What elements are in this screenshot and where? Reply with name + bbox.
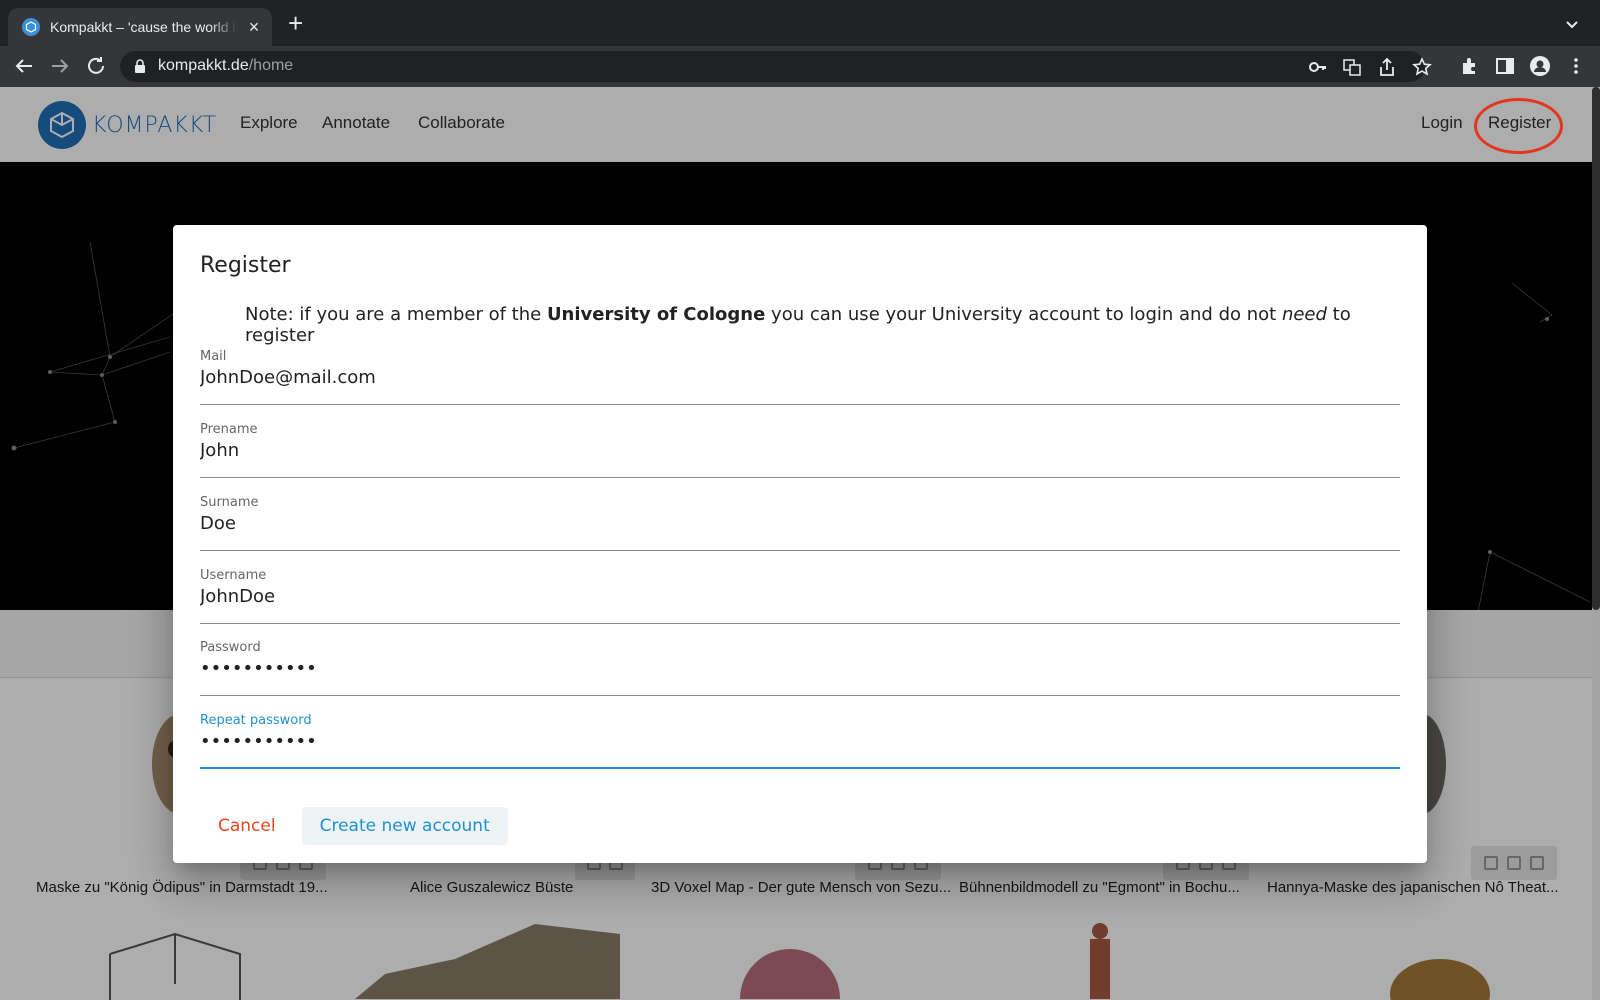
address-bar[interactable]: kompakkt.de/home	[120, 51, 1432, 82]
password-field[interactable]: Password	[200, 640, 1400, 696]
reload-icon[interactable]	[84, 54, 108, 78]
mail-field[interactable]: Mail	[200, 349, 1400, 405]
cancel-button[interactable]: Cancel	[200, 807, 294, 845]
more-menu-icon[interactable]	[1566, 56, 1586, 76]
tab-title: Kompakkt – 'cause the world is 3D	[50, 19, 238, 35]
surname-label: Surname	[200, 495, 259, 510]
dialog-note: Note: if you are a member of the Univers…	[245, 304, 1351, 346]
translate-icon[interactable]	[1342, 57, 1362, 77]
side-panel-icon[interactable]	[1495, 56, 1515, 76]
username-field[interactable]: Username	[200, 568, 1400, 624]
url-text: kompakkt.de/home	[158, 57, 294, 74]
prename-input[interactable]	[200, 440, 1400, 461]
share-icon[interactable]	[1377, 57, 1397, 77]
bookmark-star-icon[interactable]	[1412, 57, 1432, 77]
extensions-puzzle-icon[interactable]	[1460, 56, 1480, 76]
repeat-password-input[interactable]	[200, 731, 1400, 752]
lock-icon	[135, 59, 145, 73]
kompakkt-favicon-icon	[22, 18, 40, 36]
annotation-highlight-circle	[1474, 98, 1563, 154]
forward-arrow-icon[interactable]	[48, 54, 72, 78]
tab-close-icon[interactable]: ×	[246, 18, 262, 36]
key-icon[interactable]	[1308, 57, 1328, 77]
page-viewport: KOMPAKKT Explore Annotate Collaborate Lo…	[0, 87, 1600, 1000]
browser-toolbar: kompakkt.de/home	[0, 46, 1600, 87]
create-account-button[interactable]: Create new account	[301, 807, 508, 845]
mail-input[interactable]	[200, 367, 1400, 388]
prename-label: Prename	[200, 422, 258, 437]
mail-label: Mail	[200, 349, 227, 364]
dialog-title: Register	[200, 253, 291, 278]
register-dialog: Register Note: if you are a member of th…	[173, 225, 1427, 863]
profile-avatar-icon[interactable]	[1530, 56, 1550, 76]
surname-field[interactable]: Surname	[200, 495, 1400, 551]
back-arrow-icon[interactable]	[12, 54, 36, 78]
dialog-actions: Cancel Create new account	[200, 807, 508, 845]
tab-search-chevron-icon[interactable]	[1562, 14, 1582, 34]
password-input[interactable]	[200, 658, 1400, 679]
repeat-password-field[interactable]: Repeat password	[200, 713, 1400, 769]
prename-field[interactable]: Prename	[200, 422, 1400, 478]
username-label: Username	[200, 568, 267, 583]
browser-tab[interactable]: Kompakkt – 'cause the world is 3D ×	[8, 8, 272, 46]
new-tab-icon[interactable]: +	[288, 10, 303, 36]
surname-input[interactable]	[200, 513, 1400, 534]
password-label: Password	[200, 640, 261, 655]
repeat-password-label: Repeat password	[200, 713, 312, 728]
username-input[interactable]	[200, 586, 1400, 607]
browser-tabbar: Kompakkt – 'cause the world is 3D × +	[0, 0, 1600, 46]
